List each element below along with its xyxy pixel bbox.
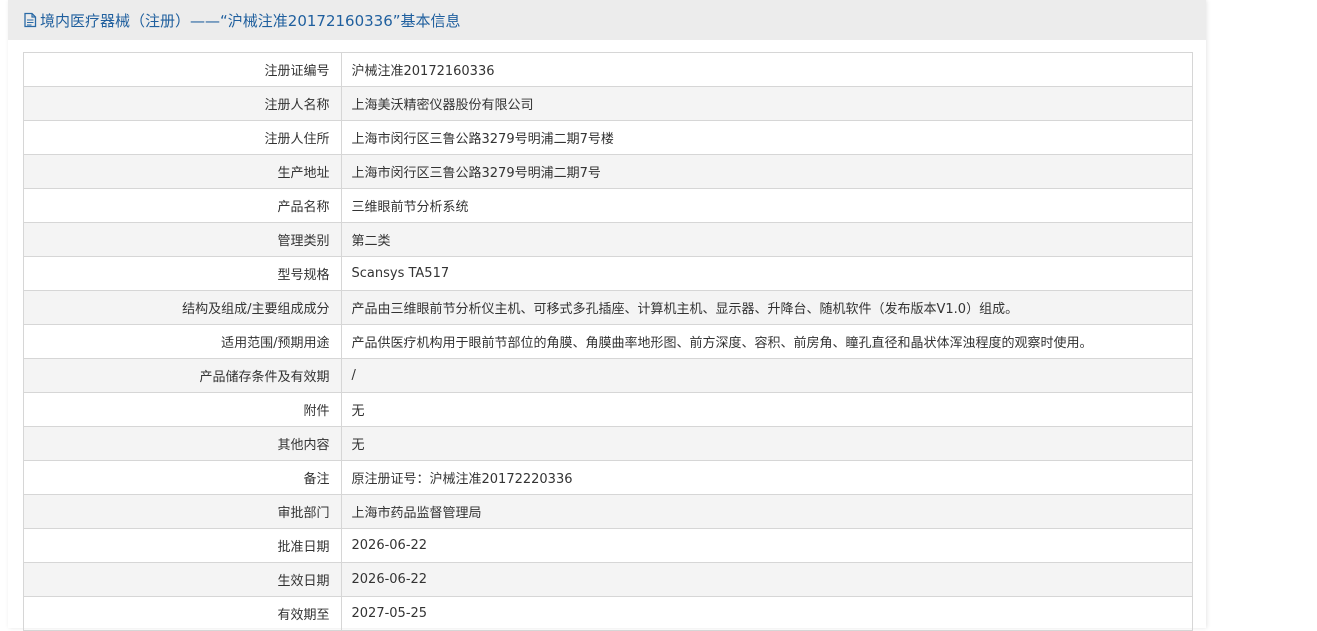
table-row: 注册人住所 上海市闵行区三鲁公路3279号明浦二期7号楼 <box>24 120 1192 155</box>
page-title: 境内医疗器械（注册）——“沪械注准20172160336”基本信息 <box>40 11 461 30</box>
row-label: 附件 <box>24 392 342 427</box>
detail-panel: 境内医疗器械（注册）——“沪械注准20172160336”基本信息 注册证编号 … <box>8 0 1206 631</box>
row-value: 2026-06-22 <box>341 562 1192 597</box>
table-row: 附件 无 <box>24 392 1192 427</box>
row-value: 产品供医疗机构用于眼前节部位的角膜、角膜曲率地形图、前方深度、容积、前房角、瞳孔… <box>341 324 1192 359</box>
row-label: 批准日期 <box>24 528 342 563</box>
row-value: 上海市药品监督管理局 <box>341 494 1192 529</box>
document-icon <box>23 12 37 28</box>
row-label: 管理类别 <box>24 222 342 257</box>
row-label: 产品储存条件及有效期 <box>24 358 342 393</box>
table-row: 结构及组成/主要组成成分 产品由三维眼前节分析仪主机、可移式多孔插座、计算机主机… <box>24 290 1192 325</box>
row-label: 生产地址 <box>24 154 342 189</box>
row-value: 上海市闵行区三鲁公路3279号明浦二期7号 <box>341 154 1192 189</box>
table-row: 适用范围/预期用途 产品供医疗机构用于眼前节部位的角膜、角膜曲率地形图、前方深度… <box>24 324 1192 359</box>
row-value: 第二类 <box>341 222 1192 257</box>
row-value: 产品由三维眼前节分析仪主机、可移式多孔插座、计算机主机、显示器、升降台、随机软件… <box>341 290 1192 325</box>
row-label: 适用范围/预期用途 <box>24 324 342 359</box>
row-value: 上海美沃精密仪器股份有限公司 <box>341 86 1192 121</box>
row-label: 注册证编号 <box>24 53 342 87</box>
row-label: 备注 <box>24 460 342 495</box>
row-label: 注册人住所 <box>24 120 342 155</box>
table-row: 管理类别 第二类 <box>24 222 1192 257</box>
table-row: 产品名称 三维眼前节分析系统 <box>24 188 1192 223</box>
row-label: 型号规格 <box>24 256 342 291</box>
table-row: 产品储存条件及有效期 / <box>24 358 1192 393</box>
table-row: 审批部门 上海市药品监督管理局 <box>24 494 1192 529</box>
row-value: 原注册证号：沪械注准20172220336 <box>341 460 1192 495</box>
table-row: 生效日期 2026-06-22 <box>24 562 1192 597</box>
table-row: 备注 原注册证号：沪械注准20172220336 <box>24 460 1192 495</box>
row-label: 产品名称 <box>24 188 342 223</box>
row-value: 2027-05-25 <box>341 596 1192 631</box>
row-label: 注册人名称 <box>24 86 342 121</box>
table-row: 注册人名称 上海美沃精密仪器股份有限公司 <box>24 86 1192 121</box>
row-value: / <box>341 358 1192 393</box>
row-value: 沪械注准20172160336 <box>341 53 1192 87</box>
row-value: Scansys TA517 <box>341 256 1192 291</box>
row-label: 生效日期 <box>24 562 342 597</box>
row-value: 无 <box>341 392 1192 427</box>
table-row: 注册证编号 沪械注准20172160336 <box>24 53 1192 87</box>
row-label: 有效期至 <box>24 596 342 631</box>
row-value: 上海市闵行区三鲁公路3279号明浦二期7号楼 <box>341 120 1192 155</box>
table-row: 有效期至 2027-05-25 <box>24 596 1192 631</box>
row-label: 结构及组成/主要组成成分 <box>24 290 342 325</box>
info-table: 注册证编号 沪械注准20172160336 注册人名称 上海美沃精密仪器股份有限… <box>24 53 1192 631</box>
table-row: 型号规格 Scansys TA517 <box>24 256 1192 291</box>
info-table-container: 注册证编号 沪械注准20172160336 注册人名称 上海美沃精密仪器股份有限… <box>23 52 1193 631</box>
row-value: 2026-06-22 <box>341 528 1192 563</box>
panel-header: 境内医疗器械（注册）——“沪械注准20172160336”基本信息 <box>8 0 1206 40</box>
row-value: 三维眼前节分析系统 <box>341 188 1192 223</box>
row-value: 无 <box>341 426 1192 461</box>
table-row: 其他内容 无 <box>24 426 1192 461</box>
row-label: 其他内容 <box>24 426 342 461</box>
table-row: 生产地址 上海市闵行区三鲁公路3279号明浦二期7号 <box>24 154 1192 189</box>
row-label: 审批部门 <box>24 494 342 529</box>
table-row: 批准日期 2026-06-22 <box>24 528 1192 563</box>
